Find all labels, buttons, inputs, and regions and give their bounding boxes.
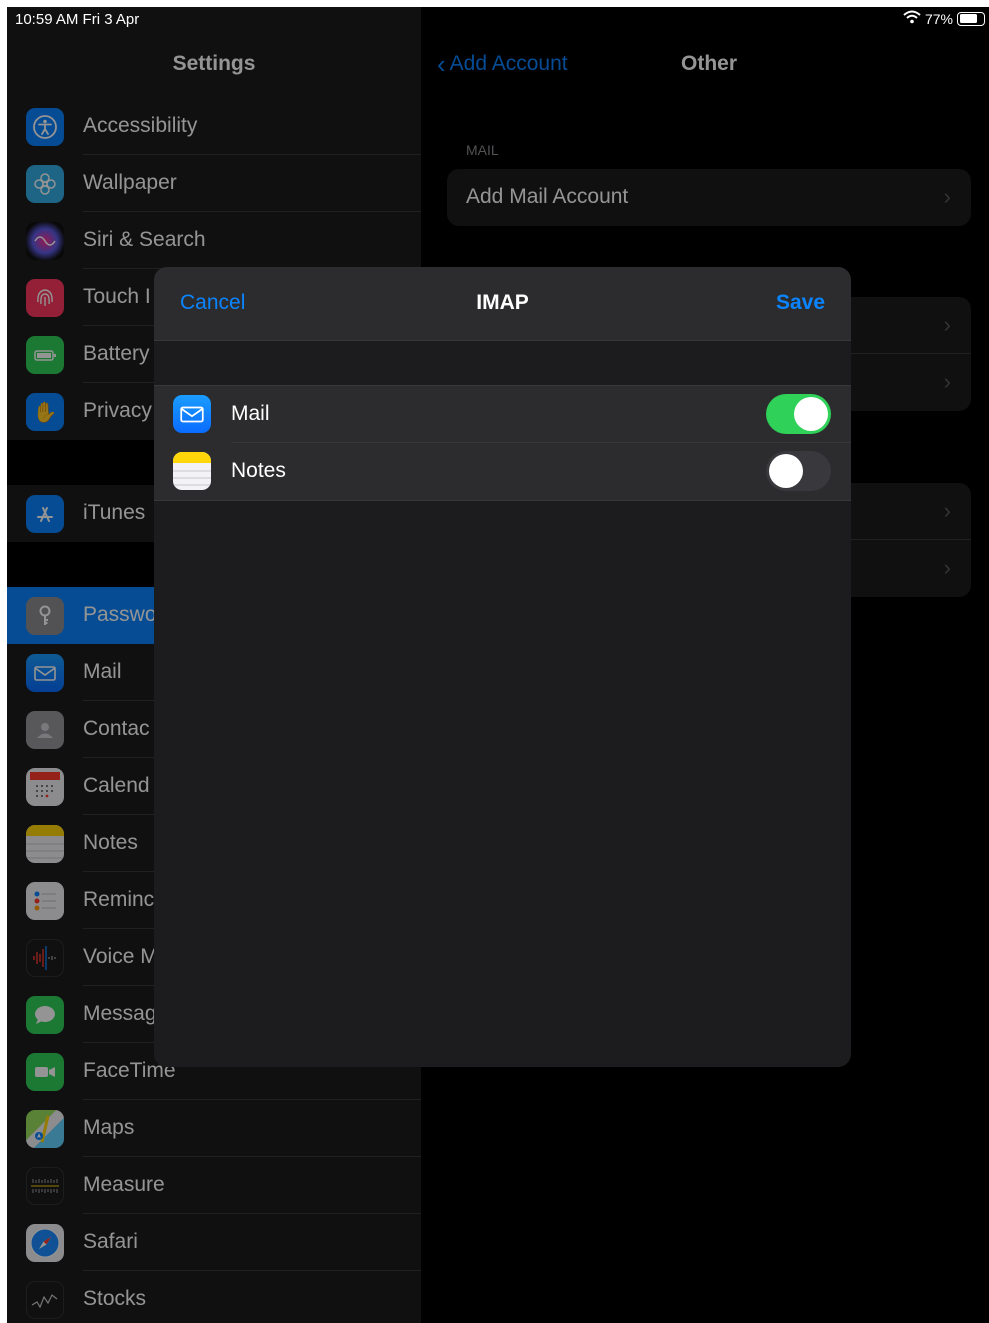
toggle-knob (769, 454, 803, 488)
notes-toggle[interactable] (766, 451, 831, 491)
mail-toggle[interactable] (766, 394, 831, 434)
status-time: 10:59 AM Fri 3 Apr (15, 11, 140, 28)
modal-nav-bar: Cancel IMAP Save (154, 267, 851, 341)
account-services-list: Mail Notes (154, 385, 851, 501)
modal-title: IMAP (476, 291, 529, 314)
battery-percentage: 77% (924, 10, 953, 27)
mail-icon (173, 395, 211, 433)
ipad-screen: Settings Accessibility Wallpaper Siri & … (7, 7, 989, 1323)
toggle-knob (794, 397, 828, 431)
status-indicators: 77% (903, 10, 985, 27)
wifi-icon (903, 10, 921, 27)
imap-modal: Cancel IMAP Save Mail Notes (154, 267, 851, 1067)
battery-status-icon (957, 11, 985, 26)
notes-icon (173, 452, 211, 490)
mail-service-row: Mail (154, 386, 851, 443)
cancel-button[interactable]: Cancel (180, 291, 245, 315)
notes-service-label: Notes (231, 459, 286, 482)
save-button[interactable]: Save (776, 291, 825, 315)
notes-service-row: Notes (154, 443, 851, 500)
mail-service-label: Mail (231, 402, 270, 425)
